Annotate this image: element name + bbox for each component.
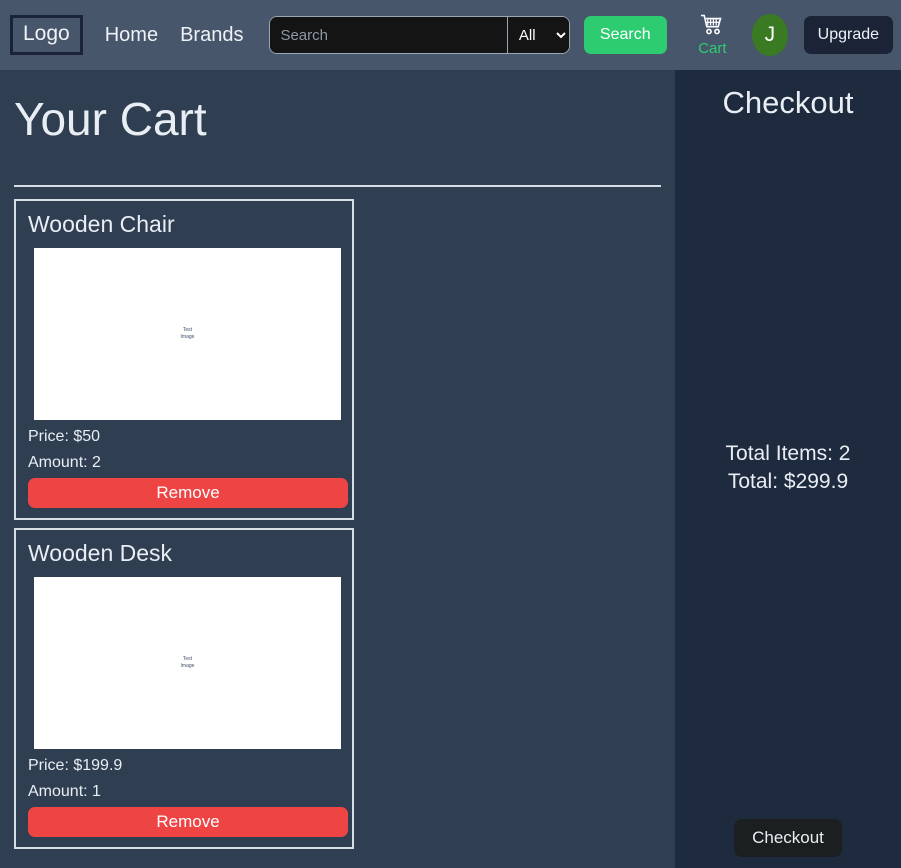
nav-link-brands[interactable]: Brands — [180, 24, 243, 47]
total-price: Total: $299.9 — [727, 470, 849, 494]
cart-link-label: Cart — [698, 40, 727, 57]
search-group: All — [269, 16, 570, 54]
title-divider — [14, 185, 661, 188]
cart-item-price: Price: $199.9 — [28, 757, 123, 775]
remove-button[interactable]: Remove — [28, 807, 348, 838]
navbar: Logo Home Brands All Search Cart J Upgra… — [0, 0, 901, 70]
logo[interactable]: Logo — [10, 15, 83, 55]
cart-item-amount: Amount: 1 — [28, 783, 101, 801]
total-items: Total Items: 2 — [725, 442, 851, 465]
cart-item-card: Wooden Chair Test Image Price: $50 Amoun… — [14, 199, 354, 521]
upgrade-button[interactable]: Upgrade — [803, 16, 894, 54]
cart-item-title: Wooden Chair — [28, 211, 175, 238]
image-alt-text: Test Image — [180, 326, 195, 341]
cart-link[interactable]: Cart — [695, 14, 731, 56]
nav-link-home[interactable]: Home — [105, 24, 158, 47]
checkout-totals: Total Items: 2 Total: $299.9 — [675, 440, 901, 497]
search-category-select[interactable]: All — [506, 17, 569, 53]
remove-button[interactable]: Remove — [28, 478, 348, 509]
search-input[interactable] — [270, 17, 507, 53]
page-body: Your Cart Wooden Chair Test Image Price:… — [0, 70, 901, 868]
cart-item-price: Price: $50 — [28, 428, 101, 446]
cart-item-card: Wooden Desk Test Image Price: $199.9 Amo… — [14, 528, 354, 850]
cart-item-title: Wooden Desk — [28, 540, 173, 567]
cart-pane: Your Cart Wooden Chair Test Image Price:… — [0, 70, 675, 868]
search-button[interactable]: Search — [583, 16, 667, 54]
avatar[interactable]: J — [752, 14, 788, 56]
cart-item-amount: Amount: 2 — [28, 454, 101, 472]
checkout-pane: Checkout Total Items: 2 Total: $299.9 Ch… — [675, 70, 901, 868]
page-title: Your Cart — [14, 93, 207, 145]
cart-item-image: Test Image — [34, 577, 341, 750]
checkout-button[interactable]: Checkout — [734, 819, 842, 857]
image-alt-text: Test Image — [180, 655, 195, 670]
cart-item-image: Test Image — [34, 248, 341, 421]
checkout-title: Checkout — [722, 85, 854, 120]
cart-icon — [700, 14, 724, 40]
